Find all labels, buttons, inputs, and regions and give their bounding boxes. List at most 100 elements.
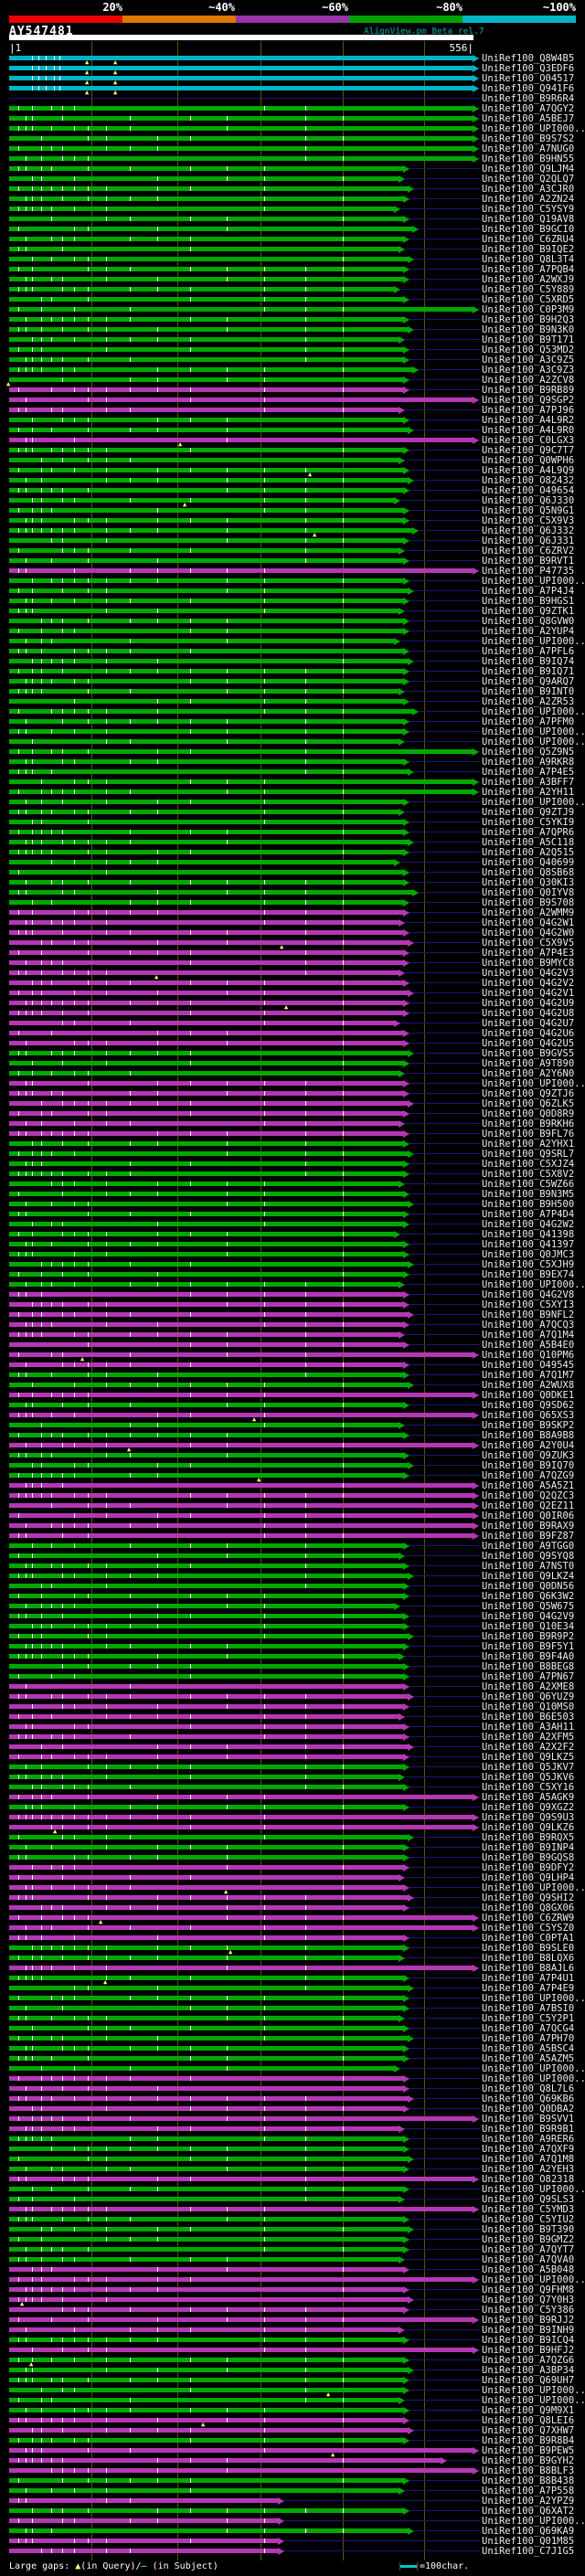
alignment-bar[interactable] [9,1765,403,1769]
alignment-bar[interactable] [9,1272,403,1277]
alignment-bar[interactable] [9,558,403,563]
alignment-bar[interactable] [9,1795,473,1799]
alignment-bar[interactable] [9,2237,403,2242]
alignment-bar[interactable] [9,1463,408,1468]
alignment-bar[interactable] [9,1614,403,1618]
alignment-bar[interactable] [9,1141,403,1146]
alignment-bar[interactable] [9,287,394,292]
alignment-bar[interactable] [9,2368,408,2372]
alignment-bar[interactable] [9,2247,403,2252]
alignment-bar[interactable] [9,1171,403,1176]
alignment-bar[interactable] [9,1373,403,1377]
alignment-bar[interactable] [9,1222,403,1226]
alignment-bar[interactable] [9,830,403,834]
alignment-bar[interactable] [9,981,403,985]
alignment-bar[interactable] [9,2337,403,2342]
alignment-bar[interactable] [9,478,408,482]
alignment-bar[interactable] [9,1584,403,1588]
alignment-bar[interactable] [9,1885,403,1890]
alignment-bar[interactable] [9,1976,403,1980]
alignment-bar[interactable] [9,136,473,141]
alignment-bar[interactable] [9,1433,403,1437]
alignment-bar[interactable] [9,1312,408,1317]
alignment-bar[interactable] [9,217,403,221]
alignment-bar[interactable] [9,76,473,80]
alignment-bar[interactable] [9,56,473,60]
alignment-bar[interactable] [9,749,473,754]
alignment-bar[interactable] [9,1322,403,1327]
alignment-bar[interactable] [9,106,473,111]
alignment-bar[interactable] [9,1564,403,1568]
alignment-bar[interactable] [9,1051,408,1055]
alignment-bar[interactable] [9,1905,403,1910]
alignment-bar[interactable] [9,347,403,352]
alignment-bar[interactable] [9,719,403,724]
alignment-bar[interactable] [9,1232,394,1236]
alignment-bar[interactable] [9,1624,403,1628]
alignment-bar[interactable] [9,1151,408,1156]
alignment-bar[interactable] [9,619,403,623]
alignment-bar[interactable] [9,518,403,523]
alignment-bar[interactable] [9,729,403,734]
alignment-bar[interactable] [9,2036,408,2041]
alignment-bar[interactable] [9,1865,403,1870]
alignment-bar[interactable] [9,860,394,864]
alignment-bar[interactable] [9,2006,403,2010]
alignment-bar[interactable] [9,2378,403,2382]
alignment-bar[interactable] [9,1775,399,1779]
alignment-bar[interactable] [9,1956,399,1960]
alignment-bar[interactable] [9,2096,408,2101]
alignment-bar[interactable] [9,629,403,633]
alignment-bar[interactable] [9,940,408,945]
alignment-bar[interactable] [9,2056,403,2061]
alignment-bar[interactable] [9,739,399,744]
alignment-bar[interactable] [9,2348,473,2352]
alignment-bar[interactable] [9,820,403,824]
alignment-bar[interactable] [9,176,399,181]
alignment-bar[interactable] [9,2398,399,2402]
alignment-bar[interactable] [9,1242,403,1246]
alignment-bar[interactable] [9,1644,403,1648]
alignment-bar[interactable] [9,548,399,553]
alignment-bar[interactable] [9,639,394,643]
alignment-bar[interactable] [9,1694,408,1699]
alignment-bar[interactable] [9,1302,403,1307]
alignment-bar[interactable] [9,1011,403,1015]
alignment-bar[interactable] [9,1453,403,1458]
alignment-bar[interactable] [9,196,403,201]
alignment-bar[interactable] [9,2106,403,2111]
alignment-bar[interactable] [9,1966,473,1970]
alignment-bar[interactable] [9,649,403,653]
alignment-bar[interactable] [9,1383,408,1387]
alignment-bar[interactable] [9,2217,403,2221]
alignment-bar[interactable] [9,528,412,533]
alignment-bar[interactable] [9,1121,399,1126]
alignment-bar[interactable] [9,1674,403,1679]
alignment-bar[interactable] [9,1493,473,1498]
alignment-bar[interactable] [9,1342,403,1347]
alignment-bar[interactable] [9,1332,399,1337]
alignment-bar[interactable] [9,1021,394,1025]
alignment-bar[interactable] [9,2116,473,2121]
alignment-bar[interactable] [9,1684,403,1689]
alignment-bar[interactable] [9,2448,473,2453]
alignment-bar[interactable] [9,840,408,844]
alignment-bar[interactable] [9,1523,473,1528]
alignment-bar[interactable] [9,1704,403,1709]
alignment-bar[interactable] [9,1292,403,1297]
alignment-bar[interactable] [9,2136,403,2141]
alignment-bar[interactable] [9,1081,403,1086]
alignment-bar[interactable] [9,930,403,935]
alignment-bar[interactable] [9,669,403,673]
subject-label[interactable]: UniRef100_C7J1G5 [482,2546,574,2557]
alignment-bar[interactable] [9,2327,399,2332]
alignment-bar[interactable] [9,890,412,895]
alignment-bar[interactable] [9,438,473,442]
alignment-bar[interactable] [9,1393,473,1397]
alignment-bar[interactable] [9,2508,403,2513]
alignment-bar[interactable] [9,2086,403,2091]
alignment-bar[interactable] [9,2408,403,2412]
alignment-bar[interactable] [9,1654,399,1659]
alignment-bar[interactable] [9,468,403,472]
alignment-bar[interactable] [9,1252,403,1256]
